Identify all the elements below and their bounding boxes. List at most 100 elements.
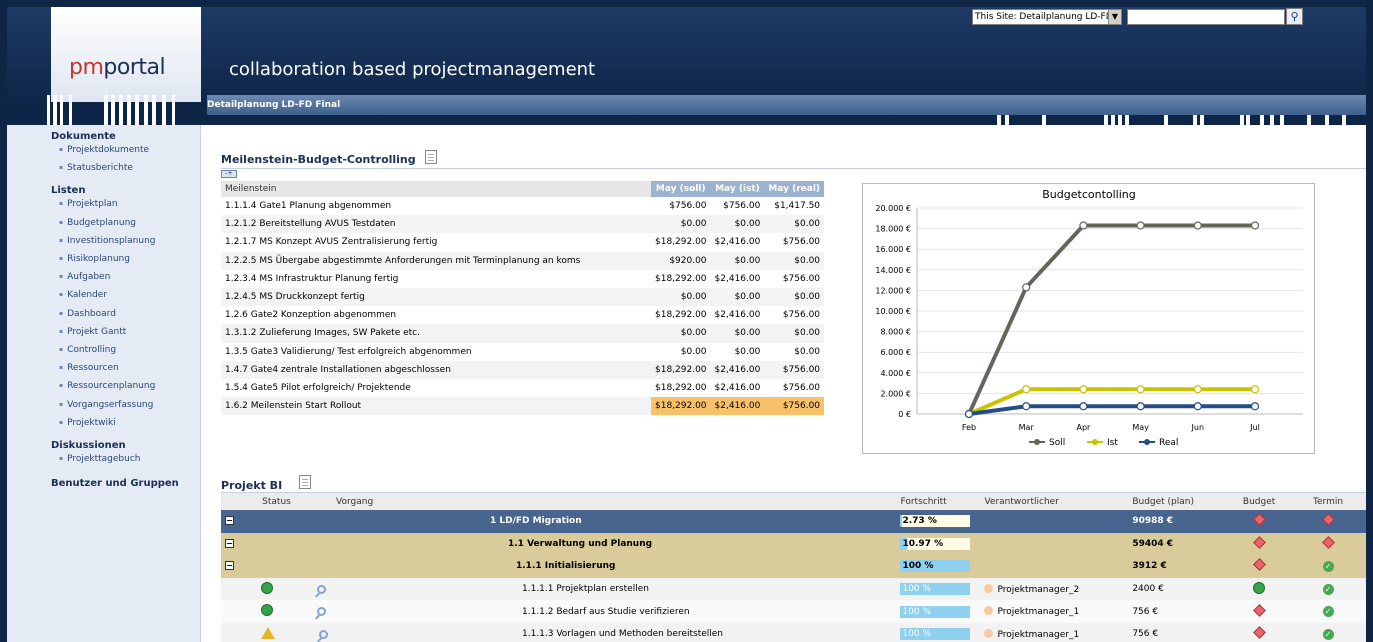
data-point-real [1079, 402, 1088, 411]
task-row[interactable]: 1.1.1.3 Vorlagen und Methoden bereitstel… [221, 622, 1366, 642]
magnify-icon[interactable] [317, 607, 326, 617]
task-name[interactable]: 1 LD/FD Migration [332, 510, 897, 533]
milestone-value: $2,416.00 [714, 273, 761, 284]
sidebar-item-projektwiki[interactable]: Projektwiki [59, 418, 116, 428]
sidebar-heading-listen[interactable]: Listen [51, 185, 85, 196]
column-header-fortschritt[interactable]: Fortschritt [896, 493, 981, 510]
responsible-name[interactable]: Projektmanager_1 [997, 607, 1079, 617]
y-tick-label: 16.000 € [875, 245, 911, 254]
risk-diamond-icon [1252, 536, 1266, 549]
data-point-real [964, 409, 974, 419]
milestone-row: 1.2.6 Gate2 Konzeption abgenommen $18,292… [221, 306, 824, 324]
document-icon[interactable] [299, 475, 311, 489]
milestone-section-title[interactable]: Meilenstein-Budget-Controlling [221, 153, 416, 166]
data-point-ist [1079, 385, 1088, 394]
magnify-icon[interactable] [319, 629, 328, 639]
progress-bar: 2.73 % [900, 515, 971, 528]
milestone-value: $0.00 [680, 346, 707, 357]
summary-row[interactable]: − 1.1.1 Initialisierung 100 % 3912 € ✓ [221, 555, 1366, 578]
summary-row[interactable]: − 1.1 Verwaltung und Planung 10.97 % 59404 … [221, 532, 1366, 556]
x-tick-label: Apr [1076, 423, 1091, 432]
y-tick-label: 4.000 € [880, 369, 911, 378]
sidebar-item-investitionsplanung[interactable]: Investitionsplanung [59, 236, 155, 246]
milestone-value: $18,292.00 [655, 237, 707, 248]
checkmark-icon: ✓ [1322, 560, 1334, 572]
sidebar-heading-benutzer-und-gruppen[interactable]: Benutzer und Gruppen [51, 478, 179, 489]
column-header-budget-plan-[interactable]: Budget (plan) [1128, 493, 1229, 510]
dropdown-arrow-icon[interactable]: ▼ [1108, 10, 1121, 24]
sidebar-item-dashboard[interactable]: Dashboard [59, 309, 116, 319]
sidebar-item-controlling[interactable]: Controlling [59, 345, 116, 355]
column-header-may-ist-[interactable]: May (ist) [710, 181, 765, 197]
milestone-value: $2,416.00 [714, 382, 761, 393]
legend-label-ist: Ist [1107, 438, 1118, 448]
milestone-value: $756.00 [782, 273, 821, 284]
column-header-budget[interactable]: Budget [1228, 493, 1291, 510]
collapse-toggle-icon[interactable]: − [225, 538, 234, 548]
y-tick-label: 20.000 € [875, 204, 911, 213]
sidebar-item-vorgangserfassung[interactable]: Vorgangserfassung [59, 400, 153, 410]
task-name[interactable]: 1.1.1.1 Projektplan erstellen [332, 577, 897, 601]
checkmark-icon: ✓ [1322, 628, 1334, 640]
responsible-name[interactable]: Projektmanager_2 [997, 585, 1079, 595]
responsible-cell [980, 532, 1129, 556]
progress-cell: 100 % [896, 555, 981, 578]
header-stripe [172, 95, 175, 125]
milestone-value: $1,417.50 [774, 201, 821, 212]
sidebar-item-aufgaben[interactable]: Aufgaben [59, 272, 110, 282]
sidebar-item-projekttagebuch[interactable]: Projekttagebuch [59, 454, 140, 464]
milestone-value: $18,292.00 [655, 273, 707, 284]
column-header-verantwortlicher[interactable]: Verantwortlicher [980, 493, 1129, 510]
sidebar-item-ressourcenplanung[interactable]: Ressourcenplanung [59, 381, 155, 391]
sidebar-item-ressourcen[interactable]: Ressourcen [59, 363, 119, 373]
data-point-ist [1136, 385, 1145, 394]
responsible-cell: Projektmanager_1 [980, 622, 1129, 642]
task-name[interactable]: 1.1.1.2 Bedarf aus Studie verifizieren [332, 600, 897, 623]
task-row[interactable]: 1.1.1.1 Projektplan erstellen 100 % Projek… [221, 577, 1366, 601]
project-section-title[interactable]: Projekt BI [221, 479, 282, 492]
collapse-toggle-icon[interactable]: − [225, 561, 234, 571]
milestone-value: $0.00 [764, 215, 825, 234]
document-icon[interactable] [425, 150, 437, 164]
collapse-toggle-icon[interactable]: − [225, 516, 234, 526]
sidebar-item-projekt-gantt[interactable]: Projekt Gantt [59, 327, 126, 337]
column-header-termin[interactable]: Termin [1290, 493, 1366, 510]
sidebar-item-risikoplanung[interactable]: Risikoplanung [59, 254, 130, 264]
summary-row[interactable]: − 1 LD/FD Migration 2.73 % 90988 € [221, 510, 1366, 533]
milestone-value: $2,416.00 [714, 310, 761, 321]
data-point-ist [1250, 385, 1260, 394]
sidebar-item-projektplan[interactable]: Projektplan [59, 199, 118, 209]
responsible-name[interactable]: Projektmanager_1 [997, 630, 1079, 640]
sidebar-item-statusberichte[interactable]: Statusberichte [59, 163, 133, 173]
expand-collapse-icon[interactable]: -+ [221, 170, 237, 178]
milestone-value: $756.00 [723, 201, 761, 212]
task-name[interactable]: 1.1.1.3 Vorlagen und Methoden bereitstel… [332, 622, 897, 642]
task-row[interactable]: 1.1.1.2 Bedarf aus Studie verifizieren 10… [221, 600, 1366, 623]
search-scope-select[interactable]: This Site: Detailplanung LD-FD ▼ [972, 9, 1122, 25]
column-header-may-soll-[interactable]: May (soll) [651, 181, 711, 197]
sidebar-item-budgetplanung[interactable]: Budgetplanung [59, 218, 136, 228]
search-icon[interactable]: ⚲ [1286, 8, 1303, 25]
budget-plan-cell: 90988 € [1128, 510, 1229, 533]
milestone-row: 1.2.2.5 MS Übergabe abgestimmte Anforder… [221, 251, 825, 270]
data-point-ist [1193, 385, 1202, 394]
sidebar-item-projektdokumente[interactable]: Projektdokumente [59, 145, 149, 155]
column-header-status[interactable]: Status [221, 493, 332, 510]
breadcrumb[interactable]: Detailplanung LD-FD Final [207, 100, 340, 110]
column-header-meilenstein[interactable]: Meilenstein [221, 181, 651, 197]
column-header-may-real-[interactable]: May (real) [764, 181, 825, 197]
sidebar-item-kalender[interactable]: Kalender [59, 290, 107, 300]
sidebar-heading-dokumente[interactable]: Dokumente [51, 131, 116, 142]
logo[interactable]: pmportal [69, 55, 166, 80]
milestone-name: 1.2.6 Gate2 Konzeption abgenommen [225, 310, 397, 321]
magnify-icon[interactable] [317, 584, 326, 594]
budget-indicator-cell [1228, 510, 1291, 533]
task-name[interactable]: 1.1.1 Initialisierung [332, 555, 897, 578]
progress-cell: 10.97 % [896, 532, 981, 556]
sidebar-heading-diskussionen[interactable]: Diskussionen [51, 440, 126, 451]
search-input[interactable] [1127, 9, 1285, 25]
column-header-vorgang[interactable]: Vorgang [332, 493, 897, 510]
header-stripe [53, 95, 57, 125]
task-name[interactable]: 1.1 Verwaltung und Planung [332, 532, 897, 556]
milestone-name: 1.2.3.4 MS Infrastruktur Planung fertig [225, 273, 399, 284]
